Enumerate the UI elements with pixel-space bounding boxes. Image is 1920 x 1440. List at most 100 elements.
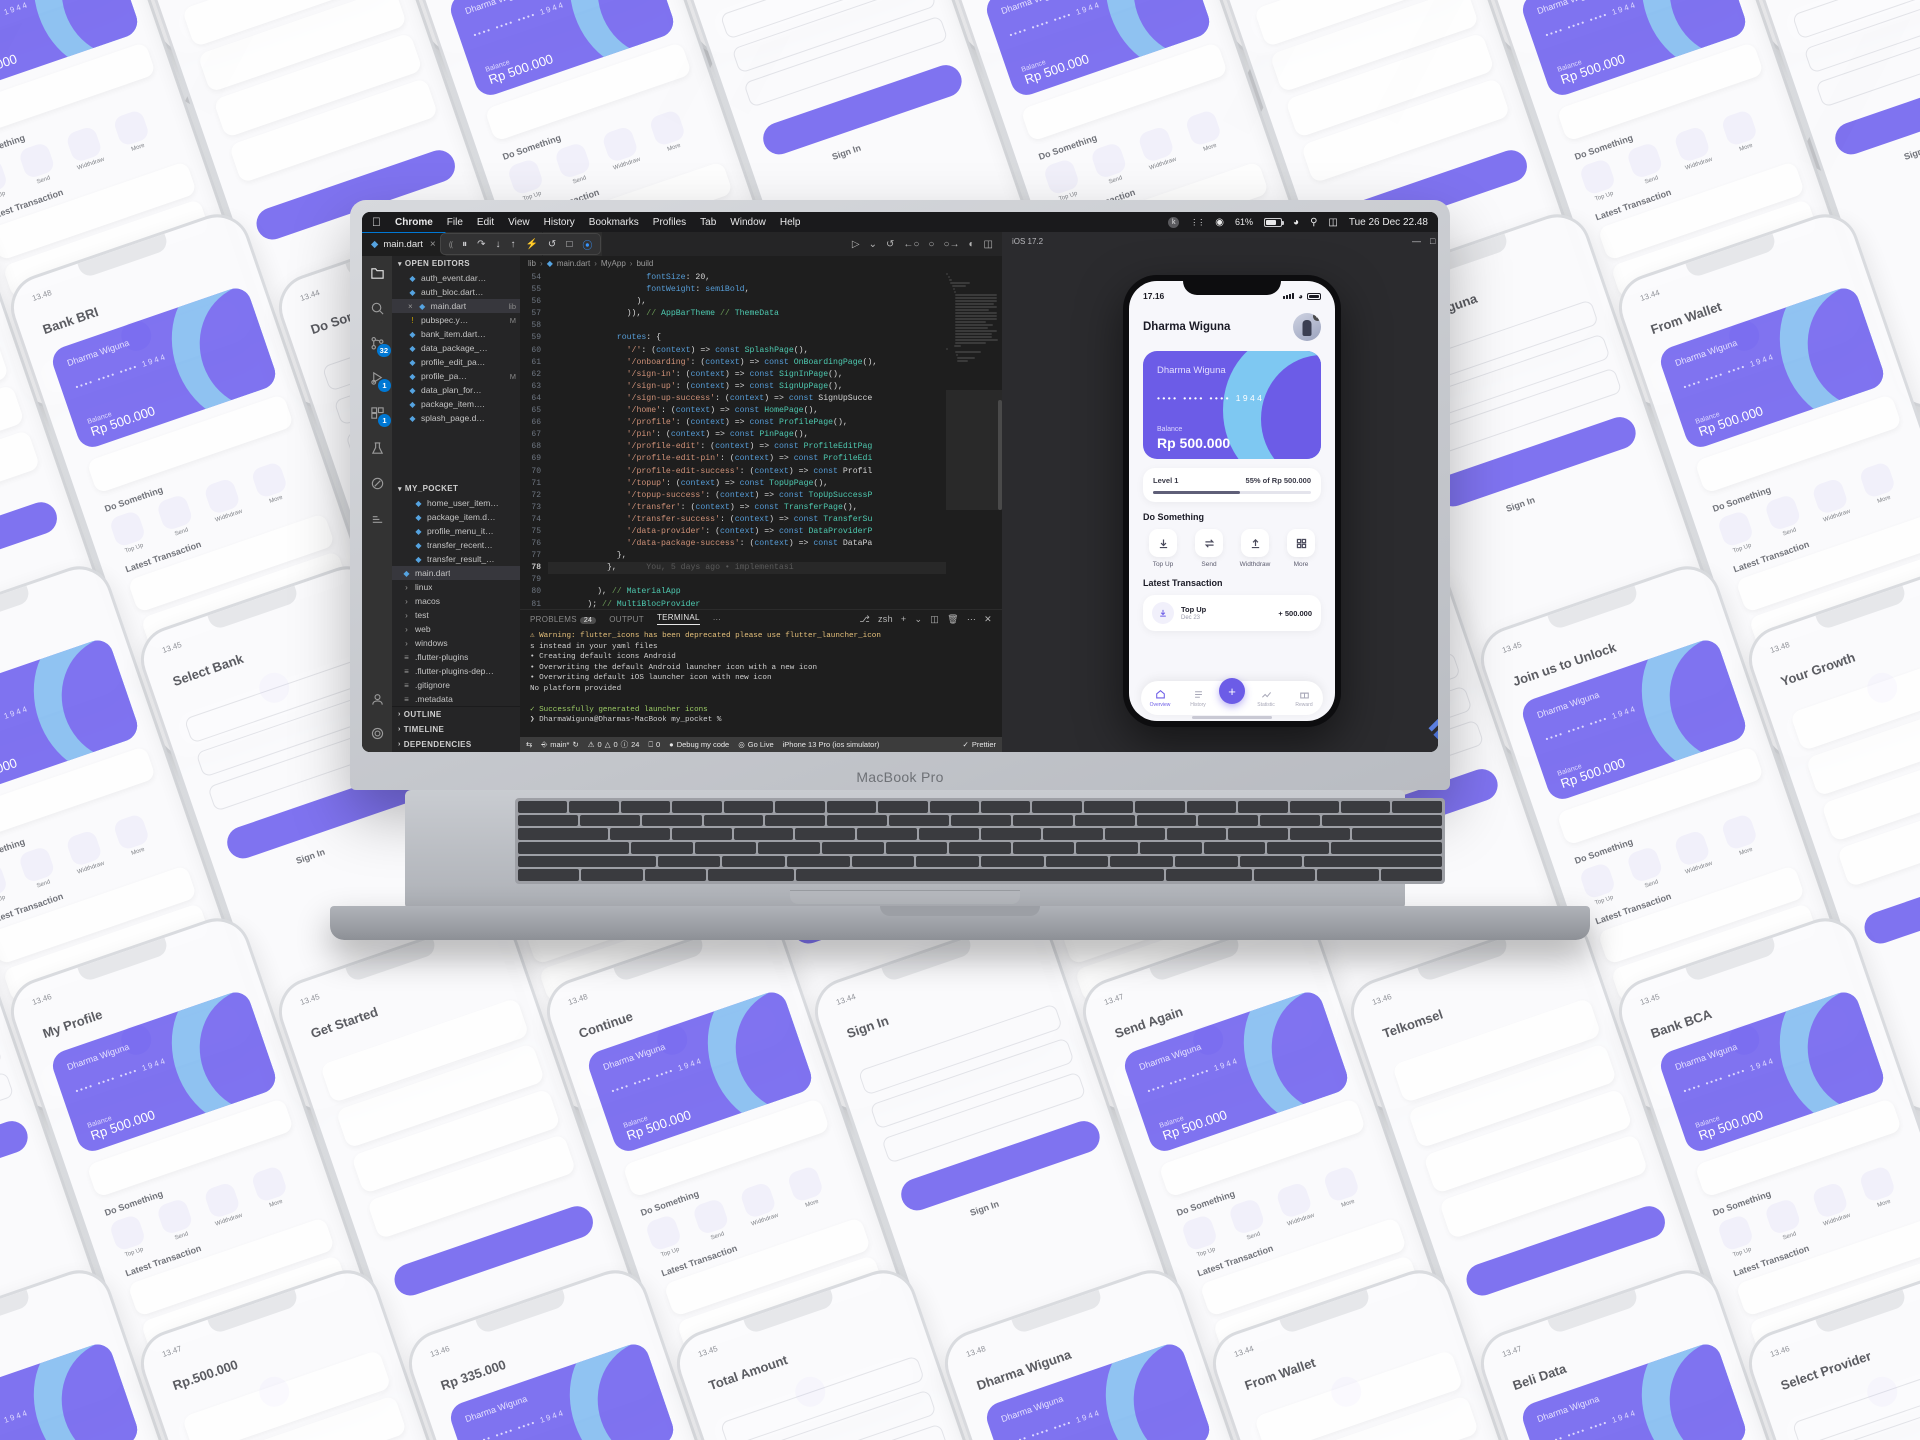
debug-my-code-button[interactable]: ● Debug my code bbox=[669, 740, 729, 749]
hot-reload-icon[interactable]: ⚡ bbox=[525, 239, 537, 250]
keyboard-key[interactable] bbox=[1136, 814, 1197, 827]
code-line[interactable]: '/sign-up-success': (context) => const S… bbox=[548, 394, 873, 403]
new-terminal-icon[interactable]: + bbox=[901, 614, 907, 624]
menu-item-view[interactable]: View bbox=[508, 217, 530, 228]
coverage-icon[interactable]: ◐ bbox=[969, 239, 975, 250]
keyboard-key[interactable] bbox=[1045, 855, 1109, 868]
step-out-icon[interactable]: ↑ bbox=[510, 239, 515, 250]
folder-item[interactable]: › macos bbox=[392, 594, 520, 608]
keyboard-key[interactable] bbox=[609, 828, 670, 841]
open-editor-item[interactable]: ! pubspec.y… M bbox=[392, 313, 520, 327]
keyboard-key[interactable] bbox=[949, 842, 1011, 854]
project-header[interactable]: ▾ MY_POCKET bbox=[392, 481, 520, 496]
keyboard-key[interactable] bbox=[1186, 801, 1237, 813]
source-control-icon[interactable]: 32 bbox=[366, 332, 391, 357]
action-withdraw[interactable]: Widthdraw bbox=[1235, 529, 1275, 568]
code-line[interactable]: '/sign-in': (context) => const SignInPag… bbox=[548, 370, 843, 379]
keyboard-key[interactable] bbox=[1322, 814, 1442, 827]
code-line[interactable]: '/pin': (context) => const PinPage(), bbox=[548, 430, 809, 439]
file-item[interactable]: ◆ transfer_result_… bbox=[392, 552, 520, 566]
sidebar-section-dependencies[interactable]: › DEPENDENCIES bbox=[392, 737, 520, 752]
keyboard-key[interactable] bbox=[518, 828, 608, 841]
battery-icon[interactable] bbox=[1264, 217, 1285, 227]
keyboard-key[interactable] bbox=[1174, 855, 1238, 868]
keyboard-key[interactable] bbox=[795, 869, 1165, 882]
more-icon[interactable]: ⋯ bbox=[967, 614, 976, 625]
code-line[interactable]: fontSize: 20, bbox=[548, 273, 710, 282]
explorer-icon[interactable] bbox=[366, 262, 388, 284]
keyboard-key[interactable] bbox=[518, 869, 580, 882]
keyboard-key[interactable] bbox=[1083, 801, 1134, 813]
code-line[interactable]: '/home': (context) => const HomePage(), bbox=[548, 406, 819, 415]
code-line[interactable]: '/data-package-success': (context) => co… bbox=[548, 539, 873, 548]
keyboard-key[interactable] bbox=[1166, 828, 1227, 841]
code-line[interactable]: }, bbox=[548, 551, 627, 560]
avatar[interactable]: ✓ bbox=[1293, 313, 1321, 341]
sidebar-section-timeline[interactable]: › TIMELINE bbox=[392, 722, 520, 737]
split-left-icon[interactable]: ←○ bbox=[903, 239, 919, 250]
code-line[interactable]: ), // MaterialApp bbox=[548, 587, 681, 596]
formatter-status[interactable]: ✓ Prettier bbox=[963, 740, 996, 749]
file-item[interactable]: ◆ package_item.d… bbox=[392, 510, 520, 524]
drag-handle[interactable]: ⸨ bbox=[449, 239, 453, 250]
code-area[interactable]: 54 55 56 57 58 59 60 61 62 63 64 65 66 67 68 69 70 71 72 73… bbox=[520, 270, 1002, 609]
tab-output[interactable]: OUTPUT bbox=[609, 615, 644, 624]
keyboard-key[interactable] bbox=[703, 814, 764, 827]
maximize-icon[interactable]: □ bbox=[1430, 236, 1435, 247]
keyboard-key[interactable] bbox=[980, 828, 1041, 841]
action-top-up[interactable]: Top Up bbox=[1143, 529, 1183, 568]
device-selector[interactable]: iPhone 13 Pro (ios simulator) bbox=[783, 740, 880, 749]
folder-item[interactable]: › test bbox=[392, 608, 520, 622]
tab-statistic[interactable]: Statistic bbox=[1249, 689, 1283, 708]
shell-label[interactable]: zsh bbox=[878, 614, 893, 624]
open-editor-item[interactable]: ◆ data_package_… bbox=[392, 341, 520, 355]
transaction-row[interactable]: Top Up Dec 23 + 500.000 bbox=[1143, 595, 1321, 631]
keyboard-key[interactable] bbox=[657, 855, 721, 868]
keyboard-key[interactable] bbox=[1260, 814, 1321, 827]
split-terminal-icon[interactable]: ⎇ bbox=[859, 614, 870, 625]
sidebar-section-outline[interactable]: › OUTLINE bbox=[392, 707, 520, 722]
tab-more-icon[interactable]: ⋯ bbox=[713, 615, 721, 624]
open-editor-item[interactable]: ◆ package_item…. bbox=[392, 397, 520, 411]
step-over-icon[interactable]: ↷ bbox=[477, 239, 485, 250]
source-code[interactable]: fontSize: 20, fontWeight: semiBold, ), )… bbox=[546, 270, 946, 609]
keyboard-key[interactable] bbox=[1352, 828, 1442, 841]
minimize-icon[interactable]: — bbox=[1412, 236, 1421, 247]
keyboard-key[interactable] bbox=[775, 801, 825, 813]
keyboard-key[interactable] bbox=[878, 801, 928, 813]
keyboard-key[interactable] bbox=[981, 855, 1044, 868]
wifi-icon[interactable]: ◕ bbox=[1293, 217, 1299, 228]
tab-terminal[interactable]: TERMINAL bbox=[656, 613, 700, 625]
keyboard-key[interactable] bbox=[518, 814, 578, 827]
keyboard-key[interactable] bbox=[919, 828, 979, 841]
widget-inspector-icon[interactable]: ⦿ bbox=[582, 237, 592, 252]
open-editor-item[interactable]: ◆ auth_event.dar… bbox=[392, 271, 520, 285]
keyboard[interactable] bbox=[515, 798, 1445, 884]
trackpad[interactable] bbox=[790, 890, 1020, 904]
remote-icon[interactable]: ⇆ bbox=[526, 740, 532, 749]
keyboard-key[interactable] bbox=[518, 855, 656, 868]
code-line[interactable]: '/profile-edit-pin': (context) => const … bbox=[548, 454, 873, 463]
code-line[interactable]: routes: { bbox=[548, 333, 661, 342]
file-item[interactable]: ◆ transfer_recent… bbox=[392, 538, 520, 552]
tab-history[interactable]: History bbox=[1181, 689, 1215, 708]
breadcrumb-method[interactable]: build bbox=[636, 259, 653, 268]
chevron-down-icon[interactable]: ⌄ bbox=[914, 614, 922, 625]
code-line[interactable]: fontWeight: semiBold, bbox=[548, 285, 749, 294]
pause-icon[interactable]: ⏸ bbox=[462, 239, 467, 250]
step-into-icon[interactable]: ↓ bbox=[495, 239, 500, 250]
code-line[interactable]: ); // MultiBlocProvider bbox=[548, 600, 700, 609]
minimap[interactable] bbox=[946, 270, 1002, 609]
keyboard-key[interactable] bbox=[1380, 869, 1442, 882]
keyboard-key[interactable] bbox=[1110, 855, 1173, 868]
keyboard-key[interactable] bbox=[569, 801, 619, 813]
close-icon[interactable]: ✕ bbox=[984, 614, 992, 625]
code-line[interactable] bbox=[548, 321, 553, 330]
keyboard-key[interactable] bbox=[1290, 828, 1351, 841]
file-item[interactable]: ≡ .flutter-plugins-dep… bbox=[392, 664, 520, 678]
file-item[interactable]: ≡ .metadata bbox=[392, 692, 520, 706]
code-line[interactable]: ), bbox=[548, 297, 646, 306]
tab-reward[interactable]: Reward bbox=[1287, 689, 1321, 708]
keyboard-key[interactable] bbox=[1012, 814, 1073, 827]
split-editor-icon[interactable]: ◫ bbox=[984, 239, 993, 250]
